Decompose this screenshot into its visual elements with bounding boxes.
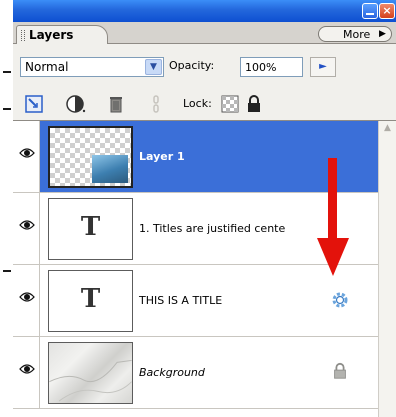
left-edge-guides — [0, 0, 13, 417]
grip-icon[interactable] — [21, 30, 25, 41]
lock-options-row: Lock: — [13, 88, 396, 120]
link-icon[interactable] — [146, 94, 166, 114]
palette-tab-row: Layers More ▶ — [13, 22, 396, 45]
visibility-toggle[interactable] — [13, 193, 40, 264]
layer-name[interactable]: 1. Titles are justified cente — [139, 222, 285, 235]
eye-icon — [19, 364, 35, 374]
layer-thumbnail — [48, 126, 133, 188]
opacity-value: 100% — [245, 61, 277, 74]
tab-layers-label: Layers — [29, 28, 74, 42]
eye-icon — [19, 148, 35, 158]
edge-tick — [3, 71, 11, 73]
marble-texture — [49, 359, 132, 402]
play-arrow-icon: ▶ — [379, 29, 386, 39]
tab-layers[interactable]: Layers — [16, 25, 108, 45]
lock-icon — [334, 362, 346, 379]
type-layer-thumbnail: T — [48, 198, 133, 260]
lock-image-pixels-icon[interactable] — [220, 94, 240, 114]
opacity-slider-arrow-icon[interactable]: ► — [310, 57, 336, 77]
minimize-button[interactable] — [362, 3, 378, 19]
vertical-scrollbar[interactable]: ▲ — [378, 121, 396, 417]
adjustment-layer-icon[interactable] — [66, 94, 86, 114]
edge-tick — [3, 270, 11, 272]
eye-icon — [19, 220, 35, 230]
blend-mode-value: Normal — [25, 60, 69, 74]
opacity-label: Opacity: — [169, 59, 215, 72]
more-menu-button[interactable]: More ▶ — [318, 26, 392, 42]
opacity-field[interactable]: 100% — [240, 57, 303, 77]
scroll-up-icon[interactable]: ▲ — [381, 123, 394, 135]
lock-transparent-pixels-icon[interactable] — [24, 94, 44, 114]
type-layer-t-icon: T — [80, 212, 101, 242]
blend-options-row: Normal ▼ Opacity: 100% ► — [13, 44, 396, 88]
layer-name[interactable]: THIS IS A TITLE — [139, 294, 222, 307]
thumbnail-photo — [92, 155, 128, 183]
palette-titlebar[interactable]: × — [13, 0, 396, 22]
visibility-toggle[interactable] — [13, 337, 40, 408]
minimize-icon — [366, 13, 374, 15]
annotation-arrow-icon — [317, 158, 349, 276]
chevron-down-icon[interactable]: ▼ — [145, 59, 162, 75]
trash-icon[interactable] — [106, 94, 126, 114]
lock-label: Lock: — [183, 97, 212, 110]
type-layer-thumbnail: T — [48, 270, 133, 332]
edge-tick — [3, 108, 11, 110]
close-button[interactable]: × — [379, 3, 395, 19]
gear-icon[interactable] — [330, 290, 350, 310]
layers-palette-window: × Layers More ▶ Normal ▼ Opacity: 100% ► — [13, 0, 396, 417]
background-thumbnail — [48, 342, 133, 404]
lock-all-icon[interactable] — [244, 94, 264, 114]
visibility-toggle[interactable] — [13, 121, 40, 192]
layer-row-background[interactable]: Background — [13, 337, 378, 409]
type-layer-t-icon: T — [80, 284, 101, 314]
visibility-toggle[interactable] — [13, 265, 40, 336]
layer-name[interactable]: Layer 1 — [139, 150, 185, 163]
eye-icon — [19, 292, 35, 302]
more-label: More — [343, 28, 371, 41]
blend-mode-select[interactable]: Normal ▼ — [20, 57, 164, 77]
layer-name[interactable]: Background — [139, 366, 205, 379]
